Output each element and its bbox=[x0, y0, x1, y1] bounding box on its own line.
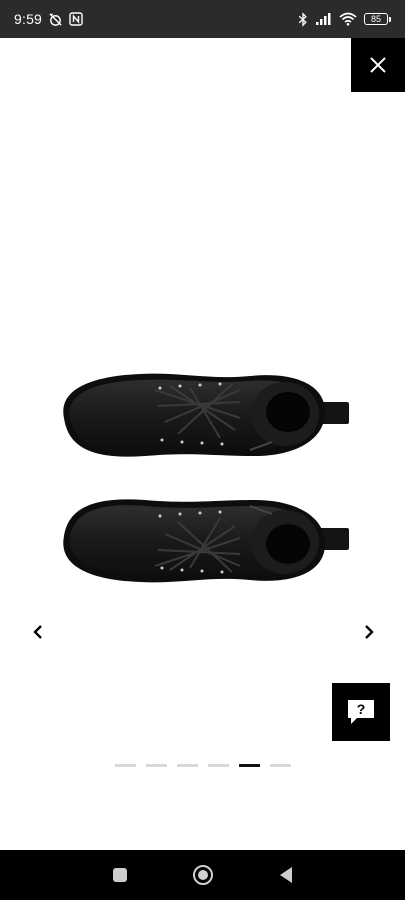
close-icon bbox=[370, 57, 386, 73]
pagination-dot[interactable] bbox=[114, 764, 136, 767]
status-bar: 9:59 85 bbox=[0, 0, 405, 38]
home-button[interactable] bbox=[188, 860, 218, 890]
signal-icon bbox=[315, 12, 332, 26]
svg-text:?: ? bbox=[357, 701, 366, 717]
alarm-off-icon bbox=[48, 12, 63, 27]
close-button[interactable] bbox=[351, 38, 405, 92]
prev-image-button[interactable] bbox=[26, 620, 50, 644]
status-time: 9:59 bbox=[14, 11, 43, 27]
bluetooth-icon bbox=[298, 11, 308, 27]
pagination-dot[interactable] bbox=[207, 764, 229, 767]
boot-bottom bbox=[63, 499, 349, 583]
help-chat-icon: ? bbox=[348, 700, 374, 724]
pagination-dot[interactable] bbox=[269, 764, 291, 767]
boot-top bbox=[63, 373, 349, 457]
system-nav-bar bbox=[0, 850, 405, 900]
nfc-icon bbox=[69, 12, 83, 26]
pagination-dot[interactable] bbox=[145, 764, 167, 767]
chevron-left-icon bbox=[33, 625, 42, 639]
next-image-button[interactable] bbox=[357, 620, 381, 644]
product-image-viewer: 9:59 85 ? bbox=[0, 0, 405, 900]
pagination-dot[interactable] bbox=[176, 764, 198, 767]
back-button[interactable] bbox=[271, 860, 301, 890]
wifi-icon bbox=[339, 12, 357, 26]
status-right: 85 bbox=[298, 11, 391, 27]
back-icon bbox=[279, 867, 292, 883]
battery-tip bbox=[389, 16, 391, 22]
home-icon bbox=[192, 865, 213, 885]
help-chat-button[interactable]: ? bbox=[332, 683, 390, 741]
image-pagination bbox=[0, 764, 405, 767]
product-image bbox=[50, 360, 360, 600]
pagination-dot[interactable] bbox=[238, 764, 260, 767]
recent-apps-button[interactable] bbox=[105, 860, 135, 890]
battery-icon: 85 bbox=[364, 13, 391, 25]
battery-level: 85 bbox=[364, 13, 388, 25]
chevron-right-icon bbox=[365, 625, 374, 639]
recent-apps-icon bbox=[112, 868, 127, 882]
status-left: 9:59 bbox=[14, 11, 83, 27]
